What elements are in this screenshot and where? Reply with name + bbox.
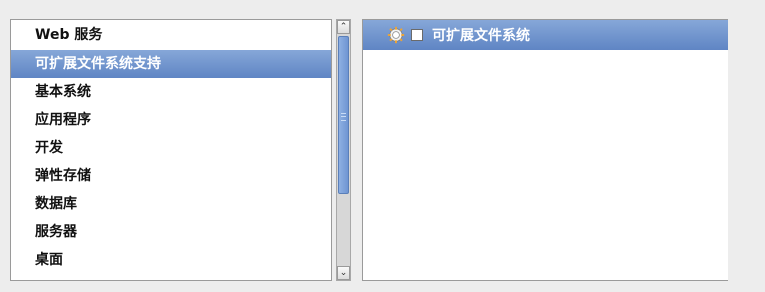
scrollbar-thumb[interactable] xyxy=(338,36,349,194)
scroll-up-button[interactable]: ⌃ xyxy=(337,20,350,34)
category-item-resilient-storage[interactable]: 弹性存储 xyxy=(11,162,331,190)
category-item-scalable-filesystem[interactable]: 可扩展文件系统支持 xyxy=(11,50,331,78)
category-item-servers[interactable]: 服务器 xyxy=(11,218,331,246)
group-row-scalable-filesystem[interactable]: 可扩展文件系统 xyxy=(363,20,728,50)
category-item-desktops[interactable]: 桌面 xyxy=(11,246,331,274)
category-item-base-system[interactable]: 基本系统 xyxy=(11,78,331,106)
category-item-applications[interactable]: 应用程序 xyxy=(11,106,331,134)
group-checkbox[interactable] xyxy=(411,29,423,41)
scroll-down-button[interactable]: ⌄ xyxy=(337,266,350,280)
group-label: 可扩展文件系统 xyxy=(432,28,530,44)
category-list: Web 服务 可扩展文件系统支持 基本系统 应用程序 开发 弹性存储 数据库 服… xyxy=(10,19,332,281)
gear-icon xyxy=(387,26,405,44)
category-item-web-services[interactable]: Web 服务 xyxy=(11,20,331,50)
category-item-development[interactable]: 开发 xyxy=(11,134,331,162)
category-scrollbar[interactable]: ⌃ ⌄ xyxy=(336,19,351,281)
thumb-grip-icon xyxy=(341,113,346,121)
category-item-databases[interactable]: 数据库 xyxy=(11,190,331,218)
group-list: 可扩展文件系统 xyxy=(362,19,728,281)
